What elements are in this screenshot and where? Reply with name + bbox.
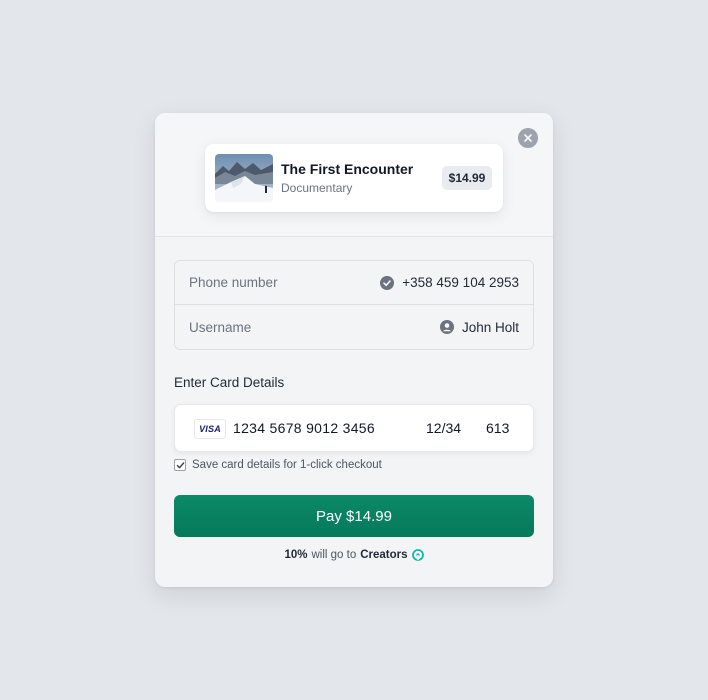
phone-row[interactable]: Phone number +358 459 104 2953 [175, 261, 533, 305]
card-section-title: Enter Card Details [174, 375, 285, 390]
save-card-checkbox[interactable] [174, 459, 186, 471]
user-circle-icon [439, 320, 454, 334]
product-thumbnail [215, 154, 273, 202]
product-category: Documentary [281, 181, 353, 195]
check-icon [176, 461, 184, 468]
username-row[interactable]: Username John Holt [175, 305, 533, 349]
footnote-text: will go to [311, 549, 357, 561]
username-value-group: John Holt [439, 319, 519, 335]
visa-logo-icon: VISA [194, 419, 226, 439]
card-cvc-field[interactable]: 613 [486, 420, 509, 436]
footnote-percent: 10% [284, 549, 308, 561]
product-title: The First Encounter [281, 161, 414, 177]
save-card-label: Save card details for 1-click checkout [192, 459, 382, 471]
close-button[interactable] [518, 128, 538, 148]
username-value: John Holt [461, 319, 519, 335]
price-badge: $14.99 [442, 166, 492, 190]
checkout-modal: The First Encounter Documentary $14.99 P… [155, 113, 553, 587]
save-card-option[interactable]: Save card details for 1-click checkout [174, 459, 382, 471]
creators-icon [411, 549, 424, 561]
card-expiry-field[interactable]: 12/34 [426, 420, 461, 436]
pay-button[interactable]: Pay $14.99 [174, 495, 534, 537]
phone-value: +358 459 104 2953 [402, 275, 519, 290]
account-info-box: Phone number +358 459 104 2953 Username … [174, 260, 534, 350]
product-card: The First Encounter Documentary $14.99 [205, 144, 503, 212]
card-number-field[interactable]: 1234 5678 9012 3456 [233, 420, 375, 436]
product-header: The First Encounter Documentary $14.99 [155, 113, 553, 237]
card-details-input[interactable]: VISA 1234 5678 9012 3456 12/34 613 [174, 404, 534, 452]
username-label: Username [189, 319, 252, 335]
phone-value-group: +358 459 104 2953 [380, 275, 519, 290]
check-circle-icon [380, 275, 395, 290]
creators-footnote: 10% will go to Creators [155, 549, 553, 561]
footnote-creators: Creators [360, 549, 408, 561]
close-icon [524, 134, 532, 142]
phone-label: Phone number [189, 275, 278, 290]
